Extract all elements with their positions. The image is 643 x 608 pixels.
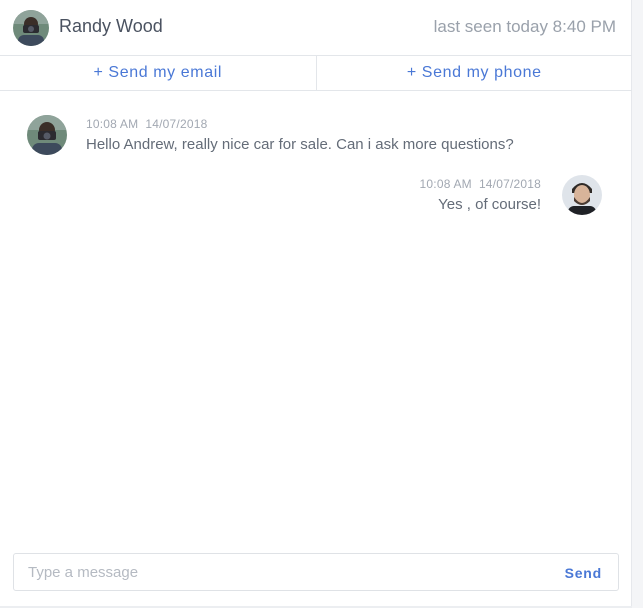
- message-time: 10:08 AM: [419, 177, 472, 191]
- message-date: 14/07/2018: [145, 117, 208, 131]
- message-meta: 10:08 AM 14/07/2018: [86, 117, 207, 131]
- sender-avatar: [27, 115, 67, 155]
- chat-header: Randy Wood last seen today 8:40 PM: [0, 0, 632, 56]
- message-composer: Send: [13, 553, 619, 591]
- message-input[interactable]: [14, 554, 534, 590]
- message-date: 14/07/2018: [478, 177, 541, 191]
- user-avatar: [562, 175, 602, 215]
- contact-name: Randy Wood: [59, 16, 163, 36]
- message-text: Yes , of course!: [438, 196, 541, 213]
- last-seen-status: last seen today 8:40 PM: [433, 17, 616, 36]
- send-button[interactable]: Send: [565, 565, 602, 581]
- contact-actions: + Send my email + Send my phone: [0, 56, 632, 91]
- scroll-gutter: [632, 0, 643, 608]
- message-text: Hello Andrew, really nice car for sale. …: [86, 136, 514, 153]
- send-phone-button[interactable]: + Send my phone: [315, 56, 633, 90]
- message-meta: 10:08 AM 14/07/2018: [420, 177, 541, 191]
- send-email-button[interactable]: + Send my email: [0, 56, 316, 90]
- message-time: 10:08 AM: [86, 117, 139, 131]
- chat-panel: Randy Wood last seen today 8:40 PM + Sen…: [0, 0, 632, 608]
- contact-avatar[interactable]: [13, 10, 49, 46]
